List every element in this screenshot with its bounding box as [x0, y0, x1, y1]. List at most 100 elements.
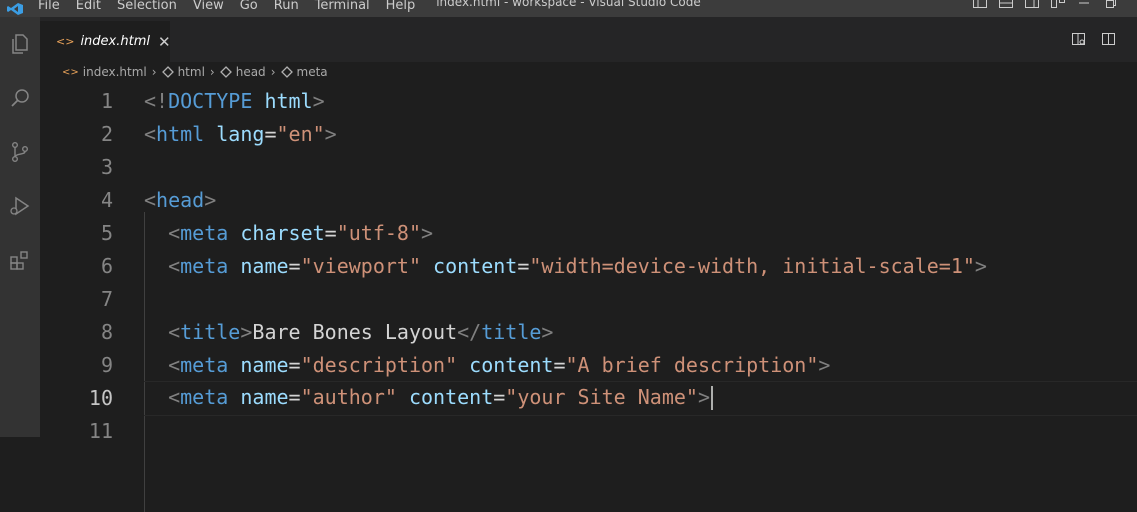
customize-layout-icon[interactable]: [1051, 0, 1065, 8]
line-number: 1: [100, 88, 113, 113]
run-debug-icon[interactable]: [0, 179, 40, 233]
code-token: <: [144, 121, 157, 146]
code-token: "en": [276, 121, 325, 146]
breadcrumb-item-meta[interactable]: meta: [280, 65, 328, 79]
code-token: =: [288, 384, 301, 409]
split-editor-icon[interactable]: [1101, 31, 1117, 47]
breadcrumb: <> index.html › html › head › meta: [40, 62, 1137, 82]
code-token: <: [168, 220, 181, 245]
menu-help[interactable]: Help: [378, 0, 424, 12]
menu-selection[interactable]: Selection: [109, 0, 185, 12]
code-token: meta: [180, 384, 229, 409]
code-text: <meta name="author" content="your Site N…: [144, 385, 713, 411]
code-text: <title>Bare Bones Layout</title>: [144, 320, 553, 344]
code-token: <!: [144, 88, 169, 113]
symbol-element-icon: [280, 66, 293, 78]
code-token: DOCTYPE: [168, 88, 253, 113]
code-token: >: [324, 121, 337, 146]
line-number: 2: [100, 121, 113, 146]
source-control-icon[interactable]: [0, 125, 40, 179]
code-text: <meta charset="utf-8">: [144, 221, 433, 245]
vscode-logo-icon[interactable]: [0, 0, 30, 17]
symbol-element-icon: [219, 66, 232, 78]
open-preview-icon[interactable]: [1071, 31, 1087, 47]
close-icon[interactable]: ✕: [158, 33, 171, 51]
code-token: title: [180, 319, 241, 344]
code-line[interactable]: 4 <head>: [40, 183, 1137, 216]
line-number: 4: [100, 187, 113, 212]
minimize-icon[interactable]: [1077, 0, 1091, 8]
tab-bar: <> index.html ✕: [40, 17, 1137, 62]
code-token: =: [553, 352, 566, 377]
code-token: =: [493, 384, 506, 409]
line-number: 11: [88, 418, 113, 443]
html-file-icon: <>: [56, 35, 75, 48]
chevron-right-icon: ›: [270, 65, 276, 79]
code-line[interactable]: 9 <meta name="description" content="A br…: [40, 348, 1137, 381]
code-line[interactable]: 3: [40, 150, 1137, 183]
code-token: "A brief description": [565, 352, 819, 377]
menu-file[interactable]: File: [30, 0, 68, 12]
breadcrumb-item-head[interactable]: head: [219, 65, 266, 79]
breadcrumb-item-file[interactable]: <> index.html: [62, 65, 147, 79]
toggle-panel-icon[interactable]: [999, 0, 1013, 8]
code-editor[interactable]: 1 <!DOCTYPE html> 2 <html lang="en"> 3 4 <head…: [40, 82, 1137, 512]
code-line[interactable]: 11: [40, 414, 1137, 447]
explorer-icon[interactable]: [0, 17, 40, 71]
code-line[interactable]: 6 <meta name="viewport" content="width=d…: [40, 249, 1137, 282]
code-token: head: [156, 187, 205, 212]
code-line[interactable]: 10 <meta name="author" content="your Sit…: [40, 381, 1137, 414]
breadcrumb-label: html: [177, 65, 205, 79]
toggle-secondary-sidebar-icon[interactable]: [1025, 0, 1039, 8]
code-token: <: [144, 187, 157, 212]
line-number: 3: [100, 154, 113, 179]
code-token: name: [240, 352, 289, 377]
code-token: >: [312, 88, 325, 113]
code-token: meta: [180, 253, 229, 278]
code-token: html: [156, 121, 205, 146]
code-token: =: [264, 121, 277, 146]
toggle-sidebar-icon[interactable]: [973, 0, 987, 8]
breadcrumb-label: index.html: [82, 65, 147, 79]
tab-index-html[interactable]: <> index.html ✕: [40, 21, 171, 62]
code-line[interactable]: 8 <title>Bare Bones Layout</title>: [40, 315, 1137, 348]
menu-edit[interactable]: Edit: [68, 0, 109, 12]
code-token: name: [240, 253, 289, 278]
code-token: =: [288, 253, 301, 278]
code-token: "description": [300, 352, 458, 377]
line-number: 10: [88, 385, 113, 410]
menu-view[interactable]: View: [185, 0, 232, 12]
code-line[interactable]: 7: [40, 282, 1137, 315]
breadcrumb-label: head: [235, 65, 266, 79]
code-token: "your Site Name": [505, 384, 698, 409]
code-token: </: [457, 319, 482, 344]
code-line[interactable]: 1 <!DOCTYPE html>: [40, 84, 1137, 117]
menu-run[interactable]: Run: [266, 0, 307, 12]
code-token: <: [168, 352, 181, 377]
restore-icon[interactable]: [1103, 0, 1117, 8]
code-token: >: [240, 319, 253, 344]
code-token: "viewport": [300, 253, 421, 278]
code-token: content: [469, 352, 554, 377]
code-token: =: [517, 253, 530, 278]
breadcrumb-item-html[interactable]: html: [161, 65, 205, 79]
extensions-icon[interactable]: [0, 233, 40, 287]
symbol-element-icon: [161, 66, 174, 78]
code-token: =: [324, 220, 337, 245]
menu-go[interactable]: Go: [232, 0, 266, 12]
search-icon[interactable]: [0, 71, 40, 125]
html-file-icon: <>: [62, 66, 79, 78]
menu-terminal[interactable]: Terminal: [307, 0, 378, 12]
code-line[interactable]: 5 <meta charset="utf-8">: [40, 216, 1137, 249]
code-token: =: [288, 352, 301, 377]
chevron-right-icon: ›: [209, 65, 215, 79]
code-line[interactable]: 2 <html lang="en">: [40, 117, 1137, 150]
